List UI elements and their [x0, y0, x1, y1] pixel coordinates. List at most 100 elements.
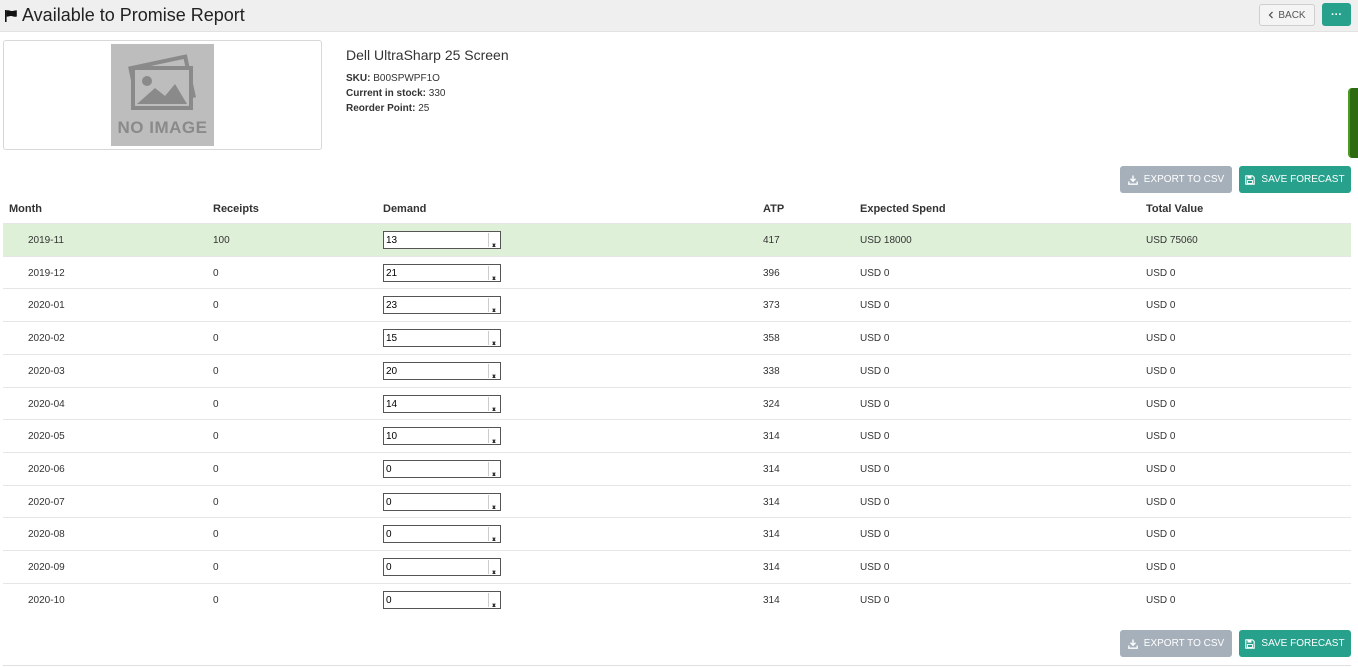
- column-header-total-value: Total Value: [1146, 203, 1204, 215]
- spin-arrows-icon[interactable]: ▲ ▼: [488, 462, 499, 478]
- cell-atp: 314: [763, 595, 780, 606]
- cell-month: 2020-04: [28, 399, 65, 410]
- demand-input[interactable]: [384, 428, 488, 444]
- cell-total-value: USD 0: [1146, 268, 1176, 279]
- arrow-down-icon[interactable]: ▼: [491, 570, 497, 576]
- cell-receipts: 0: [213, 464, 219, 475]
- table-row: 2020-08 0 314 USD 0 USD 0 ▲▼: [3, 517, 1351, 550]
- arrow-down-icon[interactable]: ▼: [491, 439, 497, 445]
- arrow-down-icon[interactable]: ▼: [491, 505, 497, 511]
- save-forecast-button-bottom[interactable]: SAVE FORECAST: [1239, 630, 1351, 657]
- cell-atp: 396: [763, 268, 780, 279]
- arrow-down-icon[interactable]: ▼: [491, 472, 497, 478]
- stock-value: 330: [428, 88, 446, 99]
- demand-input[interactable]: [384, 494, 488, 510]
- table-row: 2020-02 0 358 USD 0 USD 0 ▲▼: [3, 321, 1351, 354]
- spin-arrows-icon[interactable]: ▲ ▼: [488, 233, 499, 249]
- demand-stepper[interactable]: ▲▼: [383, 493, 501, 511]
- demand-input[interactable]: [384, 396, 488, 412]
- save-forecast-button-top[interactable]: SAVE FORECAST: [1239, 166, 1351, 193]
- demand-input[interactable]: [384, 363, 488, 379]
- demand-stepper[interactable]: ▲▼: [383, 231, 501, 249]
- table-row: 2019-12 0 396 USD 0 USD 0 ▲▼: [3, 256, 1351, 289]
- arrow-down-icon[interactable]: ▼: [491, 537, 497, 543]
- back-button-label: BACK: [1278, 9, 1306, 21]
- demand-stepper[interactable]: ▲▼: [383, 427, 501, 445]
- demand-stepper[interactable]: ▲▼: [383, 525, 501, 543]
- side-panel-tab[interactable]: [1348, 88, 1358, 158]
- sku-value: B00SPWPF1O: [373, 73, 440, 84]
- back-button[interactable]: BACK: [1259, 4, 1315, 26]
- product-image-frame: NO IMAGE: [3, 40, 322, 150]
- cell-month: 2019-12: [28, 268, 65, 279]
- demand-input[interactable]: [384, 330, 488, 346]
- arrow-down-icon[interactable]: ▼: [491, 308, 497, 314]
- arrow-down-icon[interactable]: ▼: [491, 407, 497, 413]
- arrow-down-icon[interactable]: ▼: [491, 341, 497, 347]
- demand-input[interactable]: [384, 297, 488, 313]
- reorder-label: Reorder Point:: [346, 103, 416, 114]
- demand-input[interactable]: [384, 526, 488, 542]
- floppy-disk-icon: [1245, 174, 1256, 185]
- arrow-down-icon[interactable]: ▼: [491, 603, 497, 609]
- arrow-down-icon[interactable]: ▼: [491, 243, 497, 249]
- demand-stepper[interactable]: ▲▼: [383, 395, 501, 413]
- cell-receipts: 0: [213, 399, 219, 410]
- product-details: Dell UltraSharp 25 Screen SKU: B00SPWPF1…: [346, 47, 509, 116]
- table-row: 2020-04 0 324 USD 0 USD 0 ▲▼: [3, 387, 1351, 420]
- table-row: 2020-01 0 373 USD 0 USD 0 ▲▼: [3, 288, 1351, 321]
- arrow-down-icon[interactable]: ▼: [491, 276, 497, 282]
- demand-stepper[interactable]: ▲▼: [383, 362, 501, 380]
- demand-stepper[interactable]: ▲▼: [383, 558, 501, 576]
- cell-expected-spend: USD 0: [860, 529, 890, 540]
- demand-stepper[interactable]: ▲▼: [383, 591, 501, 609]
- table-row: 2020-03 0 338 USD 0 USD 0 ▲▼: [3, 354, 1351, 387]
- floppy-disk-icon: [1245, 638, 1256, 649]
- export-csv-button-top[interactable]: EXPORT TO CSV: [1120, 166, 1232, 193]
- demand-input[interactable]: [384, 559, 488, 575]
- cell-receipts: 0: [213, 595, 219, 606]
- arrow-down-icon[interactable]: ▼: [491, 374, 497, 380]
- demand-input[interactable]: [384, 592, 488, 608]
- demand-input[interactable]: [384, 265, 488, 281]
- spin-arrows-icon[interactable]: ▲ ▼: [488, 331, 499, 347]
- table-row: 2020-06 0 314 USD 0 USD 0 ▲▼: [3, 452, 1351, 485]
- flag-icon: [5, 9, 17, 22]
- spin-arrows-icon[interactable]: ▲ ▼: [488, 560, 499, 576]
- cell-receipts: 0: [213, 366, 219, 377]
- demand-stepper[interactable]: ▲▼: [383, 460, 501, 478]
- more-options-button[interactable]: ···: [1322, 3, 1351, 26]
- cell-receipts: 100: [213, 235, 230, 246]
- cell-month: 2020-08: [28, 529, 65, 540]
- spin-arrows-icon[interactable]: ▲ ▼: [488, 429, 499, 445]
- spin-arrows-icon[interactable]: ▲ ▼: [488, 495, 499, 511]
- spin-arrows-icon[interactable]: ▲ ▼: [488, 397, 499, 413]
- table-row: 2020-05 0 314 USD 0 USD 0 ▲▼: [3, 419, 1351, 452]
- demand-stepper[interactable]: ▲▼: [383, 296, 501, 314]
- demand-stepper[interactable]: ▲▼: [383, 329, 501, 347]
- cell-atp: 314: [763, 529, 780, 540]
- spin-arrows-icon[interactable]: ▲ ▼: [488, 593, 499, 609]
- column-header-demand: Demand: [383, 203, 427, 215]
- cell-expected-spend: USD 0: [860, 300, 890, 311]
- demand-input[interactable]: [384, 461, 488, 477]
- spin-arrows-icon[interactable]: ▲ ▼: [488, 266, 499, 282]
- cell-total-value: USD 75060: [1146, 235, 1198, 246]
- spin-arrows-icon[interactable]: ▲ ▼: [488, 364, 499, 380]
- column-header-expected-spend: Expected Spend: [860, 203, 946, 215]
- demand-input[interactable]: [384, 232, 488, 248]
- export-csv-button-bottom[interactable]: EXPORT TO CSV: [1120, 630, 1232, 657]
- cell-month: 2020-05: [28, 431, 65, 442]
- cell-total-value: USD 0: [1146, 595, 1176, 606]
- demand-stepper[interactable]: ▲▼: [383, 264, 501, 282]
- save-forecast-label: SAVE FORECAST: [1261, 638, 1345, 649]
- cell-atp: 417: [763, 235, 780, 246]
- spin-arrows-icon[interactable]: ▲ ▼: [488, 298, 499, 314]
- bottom-divider: [3, 665, 1351, 666]
- cell-month: 2020-03: [28, 366, 65, 377]
- cell-total-value: USD 0: [1146, 431, 1176, 442]
- spin-arrows-icon[interactable]: ▲ ▼: [488, 527, 499, 543]
- cell-atp: 314: [763, 464, 780, 475]
- cell-total-value: USD 0: [1146, 300, 1176, 311]
- cell-total-value: USD 0: [1146, 497, 1176, 508]
